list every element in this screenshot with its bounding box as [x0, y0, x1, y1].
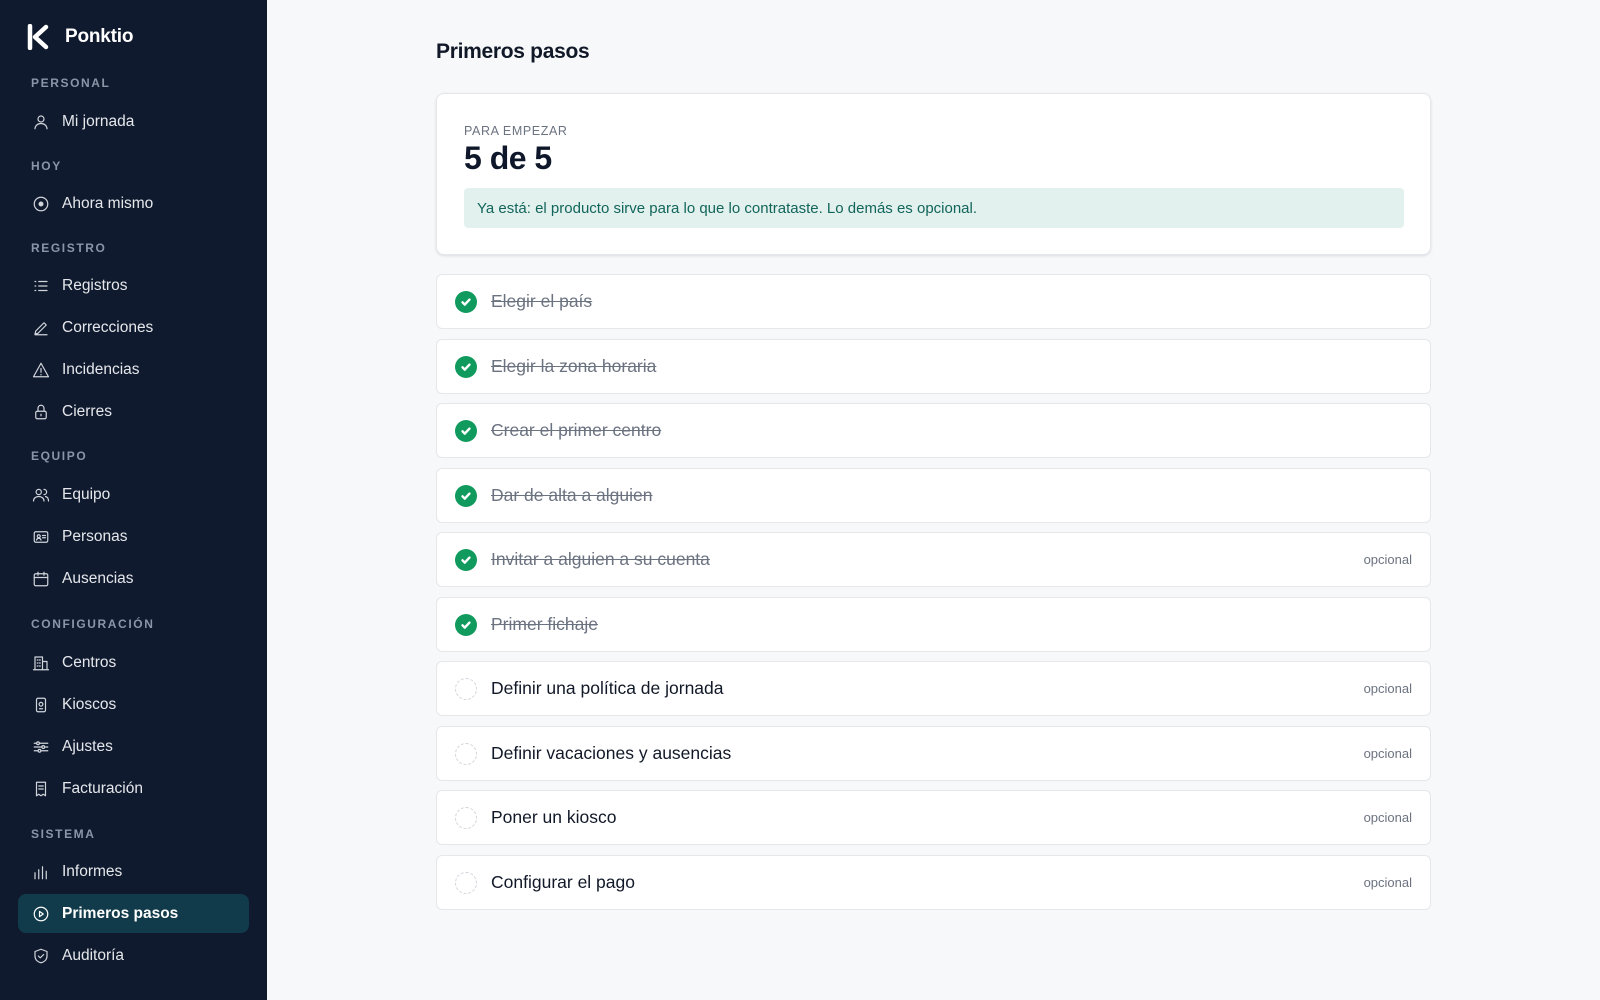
- bar-chart-icon: [32, 863, 50, 881]
- brand-logo-icon: [27, 24, 49, 50]
- checklist-step[interactable]: Crear el primer centro: [436, 403, 1431, 458]
- checklist-step[interactable]: Configurar el pago opcional: [436, 854, 1431, 910]
- target-icon: [32, 195, 50, 213]
- check-complete-icon: [455, 613, 477, 636]
- play-circle-icon: [32, 905, 50, 923]
- sidebar-item-registros[interactable]: Registros: [18, 266, 249, 305]
- optional-badge: opcional: [1363, 874, 1412, 890]
- check-complete-icon: [455, 355, 477, 378]
- sidebar-item-ahora-mismo[interactable]: Ahora mismo: [18, 184, 249, 223]
- checklist-step[interactable]: Primer fichaje: [436, 596, 1431, 652]
- sidebar-item-kioscos[interactable]: Kioscos: [18, 685, 249, 724]
- sidebar-item-label: Ausencias: [62, 569, 134, 587]
- sidebar-item-ajustes[interactable]: Ajustes: [18, 727, 249, 766]
- section-title-equipo: EQUIPO: [31, 449, 88, 463]
- checklist-step[interactable]: Invitar a alguien a su cuenta opcional: [436, 532, 1431, 587]
- checklist-step[interactable]: Definir una política de jornada opcional: [436, 661, 1431, 716]
- section-title-personal: PERSONAL: [31, 76, 111, 90]
- page-title: Primeros pasos: [436, 40, 590, 63]
- sidebar-item-label: Facturación: [62, 779, 143, 797]
- check-pending-icon: [455, 807, 477, 829]
- sidebar-item-equipo[interactable]: Equipo: [18, 475, 249, 514]
- section-title-registro: REGISTRO: [31, 241, 107, 255]
- summary-eyebrow: PARA EMPEZAR: [464, 124, 568, 138]
- brand[interactable]: Ponktio: [27, 24, 133, 50]
- progress-summary-card: PARA EMPEZAR 5 de 5 Ya está: el producto…: [436, 93, 1431, 255]
- checklist-step[interactable]: Definir vacaciones y ausencias opcional: [436, 725, 1431, 781]
- sidebar-item-label: Equipo: [62, 485, 111, 503]
- calendar-icon: [32, 570, 50, 588]
- users-icon: [32, 486, 50, 504]
- step-label: Elegir el país: [491, 291, 593, 311]
- lock-icon: [32, 403, 50, 421]
- user-icon: [32, 113, 50, 131]
- checklist-step[interactable]: Elegir el país: [436, 274, 1431, 329]
- step-label: Elegir la zona horaria: [491, 355, 657, 376]
- sliders-icon: [32, 738, 50, 756]
- sidebar-item-label: Kioscos: [62, 695, 117, 713]
- checklist-step[interactable]: Dar de alta a alguien: [436, 467, 1431, 523]
- sidebar-item-label: Primeros pasos: [62, 904, 179, 922]
- building-icon: [32, 654, 50, 672]
- sidebar-item-centros[interactable]: Centros: [18, 643, 249, 682]
- kiosk-icon: [32, 696, 50, 714]
- check-complete-icon: [455, 291, 477, 313]
- section-title-sistema: SISTEMA: [31, 827, 96, 841]
- step-label: Dar de alta a alguien: [491, 484, 653, 505]
- sidebar-item-label: Correcciones: [62, 318, 154, 336]
- optional-badge: opcional: [1363, 552, 1412, 567]
- sidebar-item-label: Incidencias: [62, 360, 140, 378]
- sidebar-item-primeros-pasos[interactable]: Primeros pasos: [18, 894, 249, 933]
- sidebar-item-cierres[interactable]: Cierres: [18, 392, 249, 431]
- check-complete-icon: [455, 484, 477, 507]
- warning-icon: [32, 361, 50, 379]
- sidebar-item-label: Cierres: [62, 402, 112, 420]
- section-title-configuracion: CONFIGURACIÓN: [31, 617, 155, 631]
- progress-count: 5 de 5: [464, 140, 552, 176]
- sidebar-item-label: Centros: [62, 653, 117, 671]
- sidebar-item-label: Auditoría: [62, 946, 125, 964]
- step-label: Poner un kiosco: [491, 807, 617, 827]
- sidebar-item-informes[interactable]: Informes: [18, 852, 249, 891]
- check-pending-icon: [455, 742, 477, 765]
- step-label: Configurar el pago: [491, 871, 635, 892]
- main-content: Primeros pasos PARA EMPEZAR 5 de 5 Ya es…: [267, 0, 1600, 1000]
- step-label: Invitar a alguien a su cuenta: [491, 549, 710, 569]
- sidebar: Ponktio PERSONAL Mi jornada HOY Ahora mi…: [0, 0, 267, 1000]
- sidebar-item-label: Ajustes: [62, 737, 113, 755]
- list-icon: [32, 277, 50, 295]
- shield-icon: [32, 947, 50, 965]
- sidebar-item-auditoria[interactable]: Auditoría: [18, 936, 249, 975]
- step-label: Definir una política de jornada: [491, 678, 724, 698]
- sidebar-item-label: Personas: [62, 527, 128, 545]
- sidebar-item-label: Registros: [62, 276, 128, 294]
- checklist-step[interactable]: Elegir la zona horaria: [436, 338, 1431, 394]
- check-complete-icon: [455, 420, 477, 442]
- sidebar-item-label: Mi jornada: [62, 112, 135, 130]
- step-label: Primer fichaje: [491, 613, 598, 634]
- step-label: Definir vacaciones y ausencias: [491, 742, 732, 763]
- id-card-icon: [32, 528, 50, 546]
- pencil-icon: [32, 319, 50, 337]
- section-title-hoy: HOY: [31, 159, 62, 173]
- completion-banner: Ya está: el producto sirve para lo que l…: [464, 188, 1404, 228]
- sidebar-item-ausencias[interactable]: Ausencias: [18, 559, 249, 598]
- check-pending-icon: [455, 678, 477, 700]
- receipt-icon: [32, 780, 50, 798]
- optional-badge: opcional: [1363, 745, 1412, 761]
- brand-name: Ponktio: [65, 26, 134, 47]
- sidebar-item-mi-jornada[interactable]: Mi jornada: [18, 102, 249, 141]
- sidebar-item-label: Informes: [62, 862, 123, 880]
- sidebar-item-personas[interactable]: Personas: [18, 517, 249, 556]
- sidebar-item-incidencias[interactable]: Incidencias: [18, 350, 249, 389]
- check-pending-icon: [455, 871, 477, 894]
- step-label: Crear el primer centro: [491, 420, 662, 440]
- checklist-step[interactable]: Poner un kiosco opcional: [436, 790, 1431, 845]
- check-complete-icon: [455, 549, 477, 571]
- sidebar-item-facturacion[interactable]: Facturación: [18, 769, 249, 808]
- sidebar-item-correcciones[interactable]: Correcciones: [18, 308, 249, 347]
- optional-badge: opcional: [1363, 681, 1412, 696]
- optional-badge: opcional: [1363, 810, 1412, 825]
- sidebar-item-label: Ahora mismo: [62, 194, 154, 212]
